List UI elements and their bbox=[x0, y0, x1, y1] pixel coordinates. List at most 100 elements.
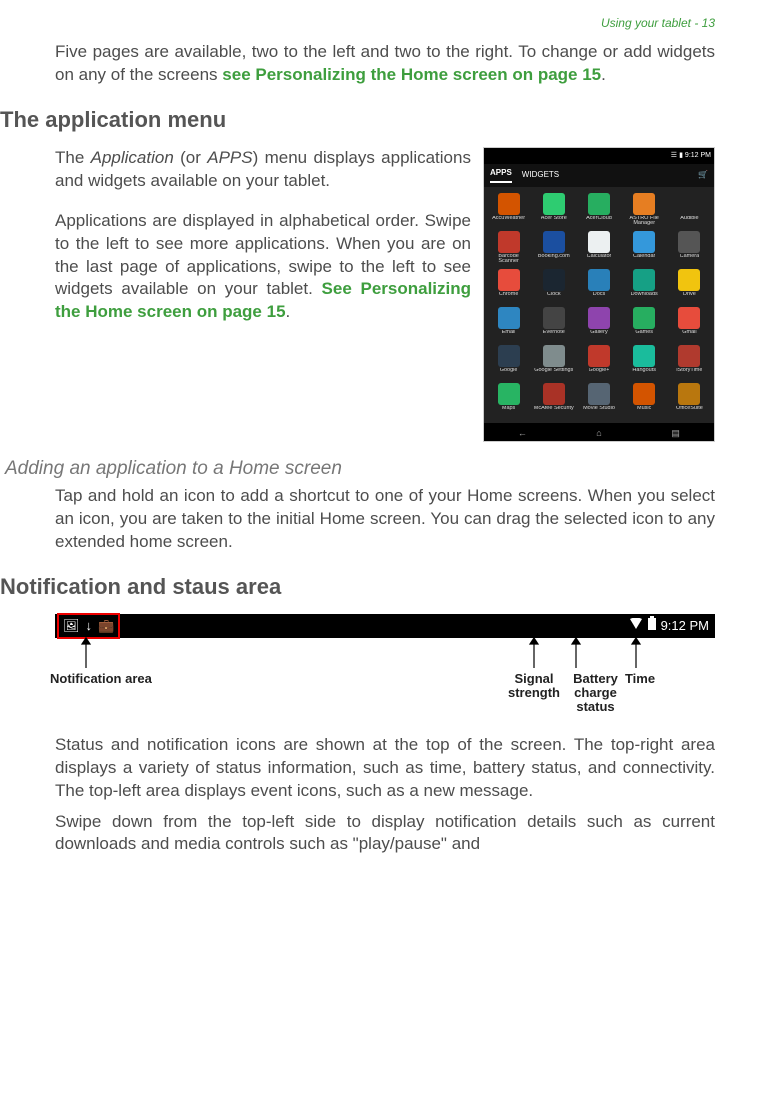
notif-heading: Notification and staus area bbox=[0, 572, 715, 602]
app-label: Games bbox=[635, 330, 653, 341]
app-icon bbox=[498, 231, 520, 253]
app-label: Downloads bbox=[631, 292, 658, 303]
app-label: Google+ bbox=[589, 368, 610, 379]
app-tabs: APPS WIDGETS 🛒 bbox=[484, 164, 714, 187]
image-icon: 🖼 bbox=[63, 617, 80, 635]
app-item[interactable]: Calculator bbox=[578, 231, 619, 265]
app-icon bbox=[543, 231, 565, 253]
app-icon bbox=[633, 269, 655, 291]
app-item[interactable]: Calendar bbox=[624, 231, 665, 265]
app-menu-heading: The application menu bbox=[0, 105, 715, 135]
battery-icon bbox=[648, 616, 656, 635]
app-item[interactable]: Google+ bbox=[578, 345, 619, 379]
app-icon bbox=[543, 193, 565, 215]
app-icon bbox=[633, 345, 655, 367]
app-label: AcerCloud bbox=[586, 216, 612, 227]
app-label: Drive bbox=[683, 292, 696, 303]
app-icon bbox=[678, 307, 700, 329]
app-menu-p2: Applications are displayed in alphabetic… bbox=[55, 210, 471, 325]
app-icon bbox=[543, 383, 565, 405]
app-item[interactable]: OfficeSuite bbox=[669, 383, 710, 417]
app-icon bbox=[543, 269, 565, 291]
text: . bbox=[286, 302, 291, 321]
app-icon bbox=[633, 307, 655, 329]
app-label: Clock bbox=[547, 292, 561, 303]
home-button[interactable]: ⌂ bbox=[591, 427, 607, 437]
app-item[interactable]: AcerCloud bbox=[578, 193, 619, 227]
app-label: Booking.com bbox=[538, 254, 570, 265]
bag-icon: 💼 bbox=[98, 617, 114, 635]
app-label: Audible bbox=[680, 216, 698, 227]
app-icon bbox=[543, 307, 565, 329]
app-label: Gmail bbox=[682, 330, 696, 341]
app-item[interactable]: Hangouts bbox=[624, 345, 665, 379]
app-icon bbox=[633, 193, 655, 215]
recent-button[interactable]: ▤ bbox=[668, 427, 684, 437]
app-item[interactable]: AccuWeather bbox=[488, 193, 529, 227]
app-item[interactable]: Chrome bbox=[488, 269, 529, 303]
status-time-label: 9:12 PM bbox=[661, 617, 709, 635]
app-item[interactable]: Audible bbox=[669, 193, 710, 227]
app-item[interactable]: Barcode Scanner bbox=[488, 231, 529, 265]
app-label: Barcode Scanner bbox=[488, 254, 529, 265]
app-item[interactable]: ASTRO File Manager bbox=[624, 193, 665, 227]
app-item[interactable]: Maps bbox=[488, 383, 529, 417]
page-header: Using your tablet - 13 bbox=[0, 15, 715, 31]
tab-apps[interactable]: APPS bbox=[490, 168, 512, 183]
app-label: Calendar bbox=[633, 254, 655, 265]
app-item[interactable]: Downloads bbox=[624, 269, 665, 303]
app-item[interactable]: Booking.com bbox=[533, 231, 574, 265]
adding-heading: Adding an application to a Home screen bbox=[5, 456, 715, 482]
notif-area-label: Notification area bbox=[50, 672, 180, 686]
app-label: Calculator bbox=[587, 254, 612, 265]
app-item[interactable]: Acer Store bbox=[533, 193, 574, 227]
app-item[interactable]: McAfee Security bbox=[533, 383, 574, 417]
download-icon: ↓ bbox=[86, 617, 93, 635]
notif-p2: Swipe down from the top-left side to dis… bbox=[0, 811, 715, 857]
app-item[interactable]: Drive bbox=[669, 269, 710, 303]
app-label: Camera bbox=[680, 254, 700, 265]
app-item[interactable]: Gmail bbox=[669, 307, 710, 341]
shop-icon[interactable]: 🛒 bbox=[698, 170, 708, 181]
app-grid: AccuWeather Acer Store AcerCloud ASTRO File… bbox=[484, 187, 714, 423]
status-time: 9:12 PM bbox=[685, 151, 711, 160]
notification-bar: 🖼 ↓ 💼 9:12 PM bbox=[55, 614, 715, 638]
app-label: Google bbox=[500, 368, 518, 379]
app-icon bbox=[633, 231, 655, 253]
back-button[interactable]: ← bbox=[514, 427, 530, 437]
app-label: Movie Studio bbox=[583, 406, 615, 417]
app-label: Evernote bbox=[543, 330, 565, 341]
app-item[interactable]: Games bbox=[624, 307, 665, 341]
app-item[interactable]: Music bbox=[624, 383, 665, 417]
time-label: Time bbox=[620, 672, 660, 686]
app-item[interactable]: Docs bbox=[578, 269, 619, 303]
app-icon bbox=[678, 231, 700, 253]
app-item[interactable]: Email bbox=[488, 307, 529, 341]
app-label: AccuWeather bbox=[492, 216, 525, 227]
app-item[interactable]: Evernote bbox=[533, 307, 574, 341]
app-item[interactable]: Google bbox=[488, 345, 529, 379]
app-menu-screenshot: ☰ ▮ 9:12 PM APPS WIDGETS 🛒 AccuWeatherAc… bbox=[483, 147, 715, 442]
app-item[interactable]: Camera bbox=[669, 231, 710, 265]
app-label: Google Settings bbox=[534, 368, 573, 379]
app-label: Maps bbox=[502, 406, 515, 417]
tab-widgets[interactable]: WIDGETS bbox=[522, 170, 559, 181]
text-em: Application bbox=[91, 148, 174, 167]
app-icon bbox=[588, 307, 610, 329]
app-item[interactable]: Gallery bbox=[578, 307, 619, 341]
app-icon bbox=[678, 269, 700, 291]
app-icon bbox=[498, 307, 520, 329]
app-item[interactable]: iStoryTime bbox=[669, 345, 710, 379]
app-item[interactable]: Google Settings bbox=[533, 345, 574, 379]
app-label: Gallery bbox=[590, 330, 607, 341]
app-icon bbox=[498, 383, 520, 405]
app-icon bbox=[498, 345, 520, 367]
app-label: Chrome bbox=[499, 292, 519, 303]
app-label: McAfee Security bbox=[534, 406, 574, 417]
intro-link[interactable]: see Personalizing the Home screen on pag… bbox=[222, 65, 601, 84]
app-item[interactable]: Clock bbox=[533, 269, 574, 303]
app-item[interactable]: Movie Studio bbox=[578, 383, 619, 417]
diagram-arrows: Notification area Signal strength Batter… bbox=[55, 638, 715, 728]
app-icon bbox=[588, 231, 610, 253]
battery-label: Battery charge status bbox=[568, 672, 623, 715]
